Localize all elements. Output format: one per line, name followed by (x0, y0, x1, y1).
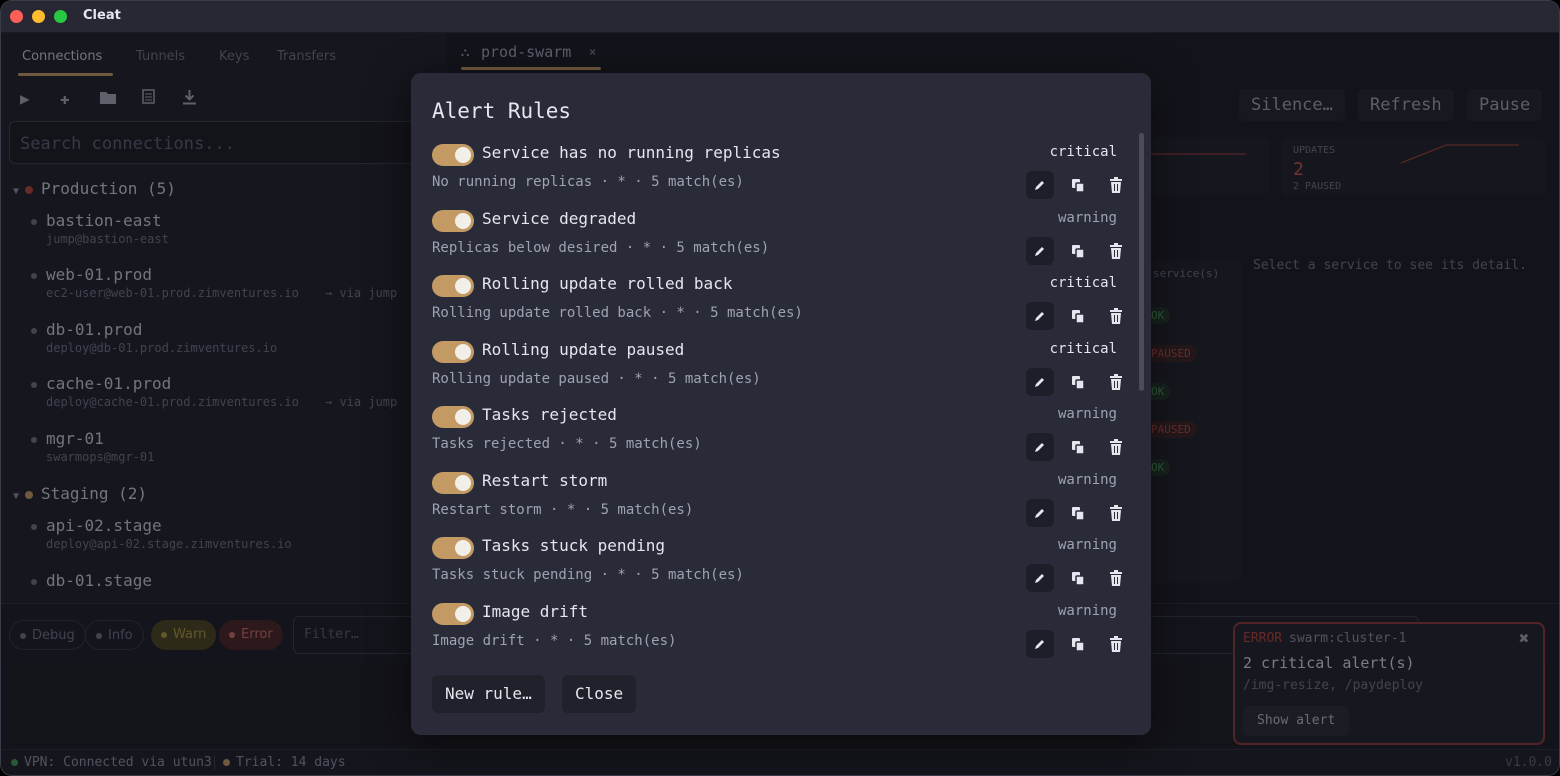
minimize-window-button[interactable] (32, 10, 45, 23)
trash-icon[interactable] (1102, 171, 1130, 199)
alert-rule-row: Image drift warning Image drift · * · 5 ma… (432, 598, 1122, 663)
app-title: Cleat (83, 8, 121, 23)
rule-description: No running replicas · * · 5 match(es) (432, 174, 744, 190)
app-window: Cleat Connections Tunnels Keys Transfers… (0, 0, 1560, 776)
edit-icon[interactable] (1026, 171, 1054, 199)
rule-name: Service has no running replicas (482, 143, 781, 162)
alert-rule-row: Restart storm warning Restart storm · * · … (432, 467, 1122, 532)
rule-name: Rolling update paused (482, 339, 685, 359)
rule-severity: critical (1049, 275, 1117, 291)
edit-icon[interactable] (1026, 433, 1054, 461)
rule-name: Tasks rejected (482, 405, 617, 424)
edit-icon[interactable] (1026, 498, 1054, 527)
alert-rule-row: Service degraded warning Replicas below de… (432, 205, 1122, 270)
trash-icon[interactable] (1102, 499, 1130, 527)
rule-enabled-toggle[interactable] (432, 340, 474, 363)
alert-rule-row: Service has no running replicas critical N… (432, 139, 1122, 204)
zoom-window-button[interactable] (54, 10, 67, 23)
alert-rule-row: Tasks stuck pending warning Tasks stuck pe… (432, 532, 1122, 597)
trash-icon[interactable] (1102, 433, 1130, 461)
rule-enabled-toggle[interactable] (432, 209, 474, 232)
duplicate-icon[interactable] (1064, 564, 1092, 592)
trash-icon[interactable] (1102, 564, 1130, 592)
edit-icon[interactable] (1026, 629, 1054, 658)
rule-severity: critical (1049, 144, 1117, 160)
close-dialog-button[interactable]: Close (562, 675, 637, 713)
rule-name: Restart storm (482, 470, 608, 490)
close-window-button[interactable] (10, 10, 23, 23)
rule-severity: warning (1057, 537, 1117, 553)
trash-icon[interactable] (1102, 630, 1130, 658)
duplicate-icon[interactable] (1064, 171, 1092, 199)
rule-severity: critical (1049, 340, 1117, 357)
rule-enabled-toggle[interactable] (432, 471, 474, 494)
duplicate-icon[interactable] (1064, 302, 1092, 330)
rule-description: Restart storm · * · 5 match(es) (432, 501, 694, 518)
trash-icon[interactable] (1102, 237, 1130, 265)
alert-rule-row: Tasks rejected warning Tasks rejected · * … (432, 401, 1122, 466)
alert-rules-dialog: Alert Rules Service has no running repli… (411, 73, 1151, 735)
rule-enabled-toggle[interactable] (432, 406, 474, 428)
rule-name: Rolling update rolled back (482, 274, 733, 293)
dialog-title: Alert Rules (432, 99, 572, 123)
rule-description: Rolling update rolled back · * · 5 match… (432, 305, 803, 321)
rule-severity: warning (1057, 602, 1117, 619)
edit-icon[interactable] (1026, 564, 1054, 592)
rule-enabled-toggle[interactable] (432, 144, 474, 166)
rule-name: Service degraded (482, 208, 637, 228)
duplicate-icon[interactable] (1064, 499, 1092, 527)
rule-name: Image drift (482, 601, 588, 621)
edit-icon[interactable] (1026, 302, 1054, 330)
rule-severity: warning (1057, 471, 1117, 488)
title-bar: Cleat (1, 1, 1559, 33)
duplicate-icon[interactable] (1064, 368, 1092, 396)
duplicate-icon[interactable] (1064, 237, 1092, 265)
rule-description: Replicas below desired · * · 5 match(es) (432, 239, 770, 256)
rule-severity: warning (1057, 209, 1117, 226)
trash-icon[interactable] (1102, 368, 1130, 396)
rule-description: Tasks stuck pending · * · 5 match(es) (432, 567, 744, 583)
new-rule-button[interactable]: New rule… (432, 675, 545, 713)
rule-description: Image drift · * · 5 match(es) (432, 632, 677, 649)
edit-icon[interactable] (1026, 367, 1054, 396)
rule-severity: warning (1057, 406, 1117, 422)
rule-enabled-toggle[interactable] (432, 275, 474, 297)
alert-rule-row: Rolling update rolled back critical Rollin… (432, 270, 1122, 335)
rules-scrollbar[interactable] (1139, 133, 1144, 391)
rule-enabled-toggle[interactable] (432, 602, 474, 625)
trash-icon[interactable] (1102, 302, 1130, 330)
rule-enabled-toggle[interactable] (432, 537, 474, 559)
duplicate-icon[interactable] (1064, 630, 1092, 658)
rule-name: Tasks stuck pending (482, 536, 666, 555)
alert-rule-row: Rolling update paused critical Rolling upd… (432, 336, 1122, 401)
rule-description: Rolling update paused · * · 5 match(es) (432, 370, 761, 387)
duplicate-icon[interactable] (1064, 433, 1092, 461)
edit-icon[interactable] (1026, 236, 1054, 265)
rule-description: Tasks rejected · * · 5 match(es) (432, 436, 702, 452)
